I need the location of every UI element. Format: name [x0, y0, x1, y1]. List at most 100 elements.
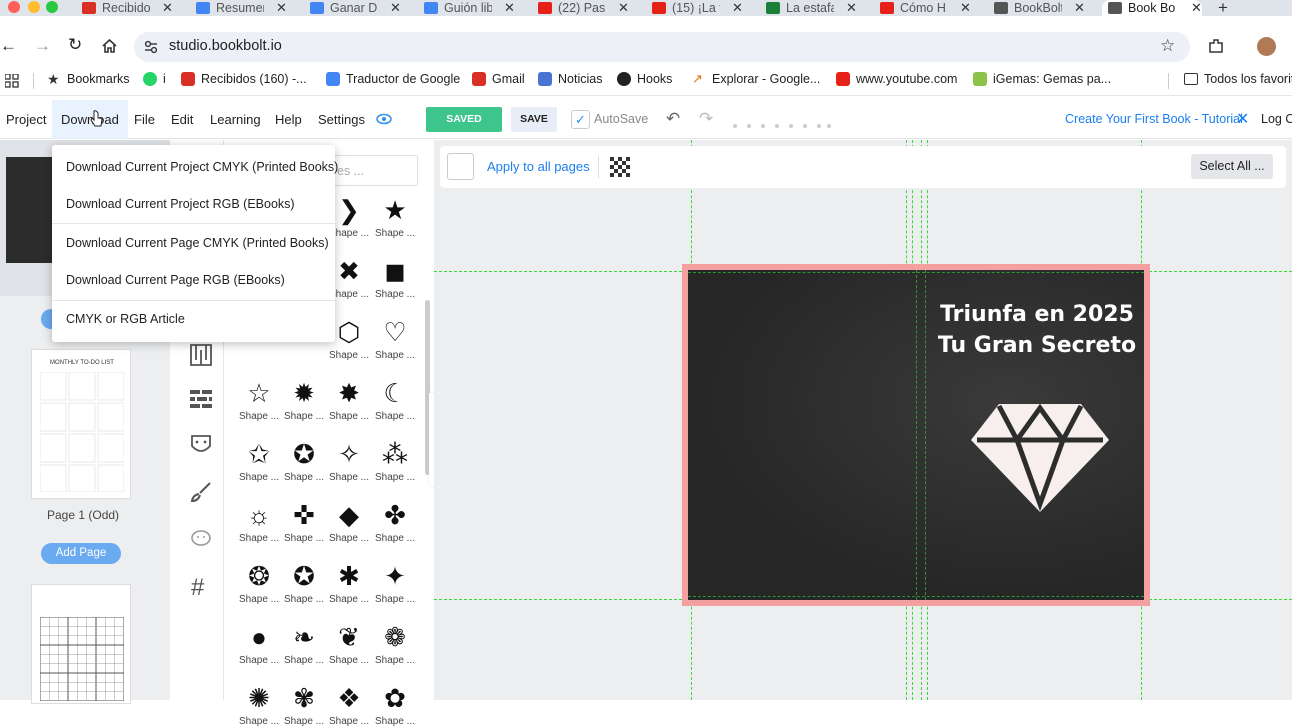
shape-item[interactable]: ◼ Shape ...	[373, 253, 417, 300]
bookmark-star-icon[interactable]: ☆	[1160, 36, 1175, 56]
shape-item[interactable]: ✪ Shape ...	[282, 558, 326, 605]
menu-learning[interactable]: Learning	[210, 100, 261, 139]
maximize-window-icon[interactable]	[46, 1, 58, 13]
site-settings-icon[interactable]	[144, 40, 158, 54]
download-project-cmyk[interactable]: Download Current Project CMYK (Printed B…	[66, 160, 338, 174]
close-tab-icon[interactable]: ✕	[618, 0, 629, 16]
close-tab-icon[interactable]: ✕	[276, 0, 287, 16]
apply-all-pages-link[interactable]: Apply to all pages	[487, 159, 590, 174]
shape-item[interactable]: ✸ Shape ...	[327, 375, 371, 422]
close-tab-icon[interactable]: ✕	[732, 0, 743, 16]
shape-item[interactable]: ✩ Shape ...	[237, 436, 281, 483]
save-button[interactable]: SAVE	[511, 107, 557, 132]
browser-tab[interactable]: BookBolt ✕	[994, 0, 1085, 16]
autosave-checkbox[interactable]: ✓	[571, 110, 590, 129]
redo-icon[interactable]: ↷	[699, 109, 713, 129]
new-tab-button[interactable]: +	[1218, 0, 1228, 16]
close-tutorial-icon[interactable]: ✕	[1236, 109, 1249, 129]
close-tab-icon[interactable]: ✕	[1074, 0, 1085, 16]
mask-tool-icon[interactable]	[190, 434, 212, 456]
reload-icon[interactable]: ↻	[68, 35, 82, 55]
browser-tab[interactable]: Resumen ✕	[196, 0, 287, 16]
bookmark-item[interactable]: Traductor de Google	[326, 72, 460, 86]
shape-item[interactable]: ✾ Shape ...	[282, 680, 326, 727]
menu-help[interactable]: Help	[275, 100, 302, 139]
shape-item[interactable]: ❦ Shape ...	[327, 619, 371, 666]
color-swatch[interactable]	[447, 153, 474, 180]
browser-tab[interactable]: Guión lib ✕	[424, 0, 515, 16]
apps-grid-icon[interactable]	[5, 74, 19, 88]
transparency-icon[interactable]	[610, 157, 630, 177]
shape-item[interactable]: ✜ Shape ...	[282, 497, 326, 544]
diamond-icon[interactable]	[969, 400, 1111, 516]
shape-item[interactable]: ❁ Shape ...	[373, 619, 417, 666]
bookmark-item[interactable]: Gmail	[472, 72, 525, 86]
bookmark-item[interactable]: Hooks	[617, 72, 672, 86]
url-field[interactable]: studio.bookbolt.io ☆	[134, 32, 1190, 62]
logout-link[interactable]: Log O	[1261, 112, 1292, 126]
shape-item[interactable]: ☼ Shape ...	[237, 497, 281, 544]
menu-settings[interactable]: Settings	[318, 100, 365, 139]
profile-avatar[interactable]	[1257, 37, 1276, 56]
shape-item[interactable]: ✪ Shape ...	[282, 436, 326, 483]
shape-item[interactable]: ❧ Shape ...	[282, 619, 326, 666]
grid-tool-icon[interactable]: #	[191, 574, 204, 602]
bookmark-item[interactable]: Noticias	[538, 72, 602, 86]
maze-tool-icon[interactable]	[190, 344, 212, 366]
back-icon[interactable]: ←	[0, 36, 17, 56]
shape-search-input[interactable]: es ...	[328, 155, 418, 186]
forward-icon[interactable]: →	[34, 36, 51, 56]
minimize-window-icon[interactable]	[28, 1, 40, 13]
bookmark-item[interactable]: Recibidos (160) -...	[181, 72, 307, 86]
add-page-button[interactable]: Add Page	[41, 543, 121, 564]
book-cover[interactable]: Triunfa en 2025 Tu Gran Secreto	[682, 264, 1150, 606]
shape-item[interactable]: ❂ Shape ...	[237, 558, 281, 605]
undo-icon[interactable]: ↶	[666, 109, 680, 129]
shape-item[interactable]: ☆ Shape ...	[237, 375, 281, 422]
menu-edit[interactable]: Edit	[171, 100, 193, 139]
tutorial-link[interactable]: Create Your First Book - Tutorial	[1065, 112, 1243, 126]
shape-item[interactable]: ✧ Shape ...	[327, 436, 371, 483]
cover-thumbnail[interactable]	[6, 157, 54, 263]
download-project-rgb[interactable]: Download Current Project RGB (EBooks)	[66, 197, 295, 211]
close-tab-icon[interactable]: ✕	[846, 0, 857, 16]
browser-tab[interactable]: Recibido ✕	[82, 0, 173, 16]
menu-file[interactable]: File	[134, 100, 155, 139]
download-page-rgb[interactable]: Download Current Page RGB (EBooks)	[66, 273, 285, 287]
shape-item[interactable]: ✿ Shape ...	[373, 680, 417, 727]
shape-item[interactable]: ⁂ Shape ...	[373, 436, 417, 483]
shape-item[interactable]: ✦ Shape ...	[373, 558, 417, 605]
preview-eye-icon[interactable]	[376, 113, 392, 125]
download-page-cmyk[interactable]: Download Current Page CMYK (Printed Book…	[66, 236, 329, 250]
url-text[interactable]: studio.bookbolt.io	[169, 38, 282, 54]
shape-item[interactable]: ◆ Shape ...	[327, 497, 371, 544]
close-tab-icon[interactable]: ✕	[960, 0, 971, 16]
shape-item[interactable]: ✤ Shape ...	[373, 497, 417, 544]
shape-item[interactable]: ❖ Shape ...	[327, 680, 371, 727]
browser-tab[interactable]: (22) Pas ✕	[538, 0, 629, 16]
brush-tool-icon[interactable]	[190, 481, 212, 503]
shape-item[interactable]: ✱ Shape ...	[327, 558, 371, 605]
bookmark-item[interactable]: iGemas: Gemas pa...	[973, 72, 1111, 86]
browser-tab[interactable]: La estafa ✕	[766, 0, 857, 16]
bookmark-item[interactable]: ★ Bookmarks	[47, 72, 130, 86]
shape-item[interactable]: ★ Shape ...	[373, 192, 417, 239]
brick-tool-icon[interactable]	[190, 390, 212, 408]
menu-project[interactable]: Project	[6, 100, 46, 139]
bookmark-item[interactable]: ↗ Explorar - Google...	[692, 72, 820, 87]
book-title[interactable]: Triunfa en 2025 Tu Gran Secreto	[932, 299, 1142, 361]
sheep-tool-icon[interactable]	[190, 528, 212, 548]
close-tab-icon[interactable]: ✕	[1191, 0, 1202, 16]
close-tab-icon[interactable]: ✕	[162, 0, 173, 16]
browser-tab[interactable]: (15) ¡La f ✕	[652, 0, 743, 16]
shape-item[interactable]: ♡ Shape ...	[373, 314, 417, 361]
shape-item[interactable]: ● Shape ...	[237, 619, 281, 666]
shape-item[interactable]: ✹ Shape ...	[282, 375, 326, 422]
home-icon[interactable]	[102, 39, 117, 53]
shape-item[interactable]: ✺ Shape ...	[237, 680, 281, 727]
browser-tab[interactable]: Cómo H ✕	[880, 0, 971, 16]
cmyk-rgb-article-link[interactable]: CMYK or RGB Article	[66, 312, 185, 326]
browser-tab[interactable]: Ganar Di ✕	[310, 0, 401, 16]
close-window-icon[interactable]	[8, 1, 20, 13]
page-thumbnail[interactable]: MONTHLY TO-DO LIST	[31, 349, 131, 499]
